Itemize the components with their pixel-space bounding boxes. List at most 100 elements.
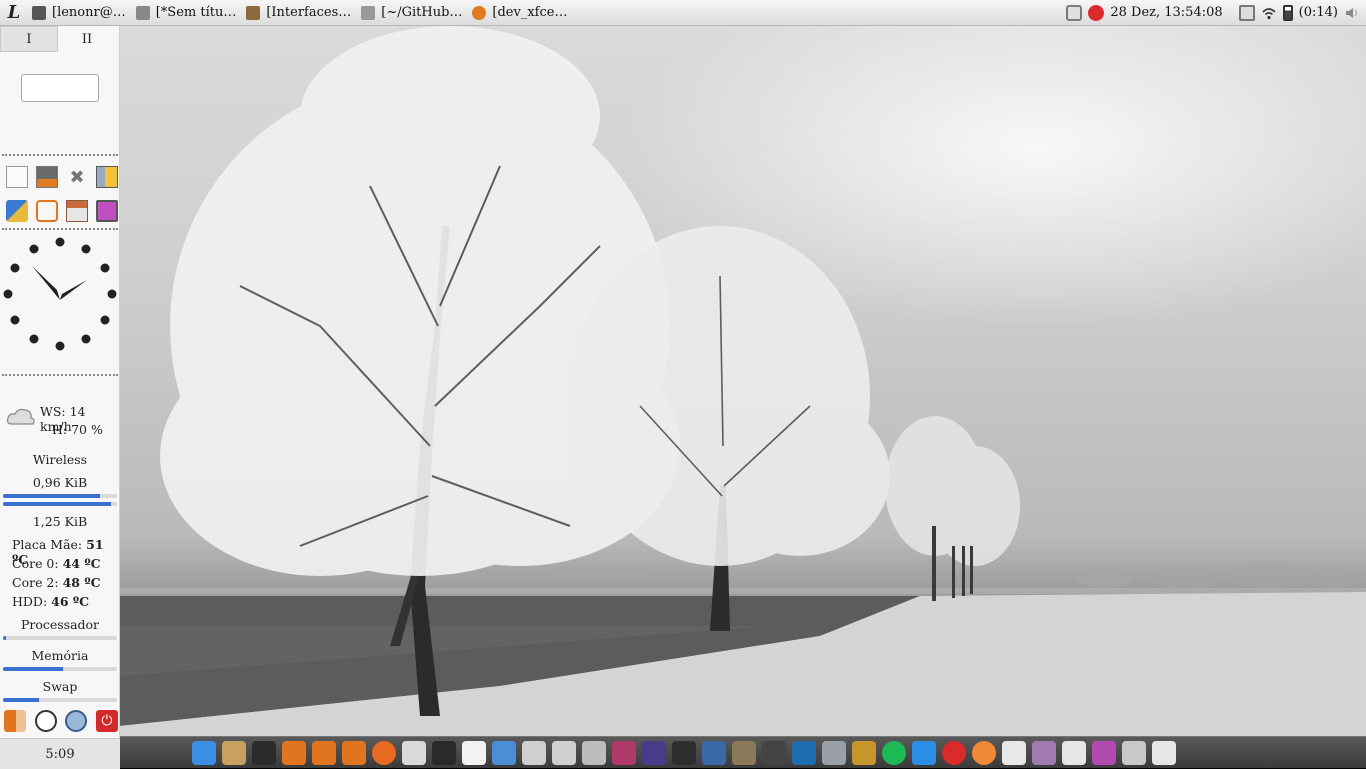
trash-icon[interactable] (1122, 741, 1146, 765)
temp-value: 48 ºC (62, 575, 101, 590)
power-icon[interactable]: ⏻ (95, 710, 118, 732)
app-menu-button[interactable]: L (0, 0, 28, 26)
dock-items (192, 741, 1176, 765)
mega-icon[interactable] (1088, 4, 1105, 21)
network-label: Wireless (32, 452, 88, 467)
menu-logo-glyph: L (7, 2, 21, 23)
temp-label: Core 2: (12, 575, 59, 590)
window-export-icon[interactable] (1062, 741, 1086, 765)
taskbar-window-2[interactable]: [Interfaces… (242, 2, 355, 24)
temp-label: Core 0: (12, 556, 59, 571)
file-manager-icon (246, 5, 261, 20)
frozen-trees-landscape (120, 26, 1366, 736)
melon-icon[interactable] (972, 741, 996, 765)
logout-icon[interactable] (4, 710, 26, 732)
download-bar-fill (3, 494, 100, 498)
workspace-switcher: I II (0, 26, 119, 54)
archive-manager-icon[interactable] (66, 200, 88, 222)
desktop-icon[interactable] (192, 741, 216, 765)
cloud-icon (6, 408, 35, 425)
uptime-display: 5:09 (0, 738, 120, 769)
wifi-icon[interactable] (1261, 5, 1277, 21)
battery-icon[interactable] (1282, 4, 1293, 21)
workspace-grid-icon[interactable] (312, 741, 336, 765)
clock-hour-markers (3, 237, 117, 351)
notes-icon[interactable] (6, 166, 28, 188)
clipboard-icon[interactable] (1238, 4, 1255, 21)
temp-value: 46 ºC (51, 594, 90, 609)
document-icon[interactable] (462, 741, 486, 765)
battery-manager-icon[interactable] (96, 166, 118, 188)
terminal-icon (32, 5, 46, 20)
taskbar-window-label: [*Sem títu… (155, 5, 237, 20)
taskbar-window-3[interactable]: [~/GitHub… (357, 2, 466, 24)
workspace-tab-2[interactable]: II (58, 26, 116, 52)
divider (2, 228, 118, 230)
temp-label: HDD: (12, 594, 48, 609)
volume-icon[interactable] (1344, 5, 1360, 21)
inkscape-icon[interactable] (762, 741, 786, 765)
taskbar: [lenonr@… [*Sem títu… [Interfaces… [~/GitHu… (28, 2, 573, 24)
mega-icon[interactable] (942, 741, 966, 765)
clock-settings-icon[interactable] (34, 710, 57, 732)
workspace-label: II (81, 31, 93, 47)
memory-bar (3, 667, 117, 671)
screenshot-icon[interactable] (36, 166, 58, 188)
window-move-icon[interactable] (1152, 741, 1176, 765)
temp-core0: Core 0: 44 ºC (12, 556, 101, 571)
workspace-name-input[interactable] (21, 74, 99, 102)
swap-bar-fill (3, 698, 40, 702)
memory-label: Memória (31, 648, 89, 663)
system-monitor-icon[interactable] (672, 741, 696, 765)
astronomy-icon[interactable] (642, 741, 666, 765)
humidity: H: 70 % (52, 422, 103, 437)
taskbar-window-label: [dev_xfce… (492, 5, 568, 20)
curve-icon[interactable] (792, 741, 816, 765)
dropbox-sync-icon[interactable] (1066, 4, 1083, 21)
file-manager-icon[interactable] (222, 741, 246, 765)
archive-icon[interactable] (1032, 741, 1056, 765)
media-player-icon[interactable] (612, 741, 636, 765)
camera-icon[interactable] (522, 741, 546, 765)
swap-label: Swap (42, 679, 78, 694)
taskbar-window-0[interactable]: [lenonr@… (28, 2, 130, 24)
tex-icon[interactable] (1002, 741, 1026, 765)
processor-bar (3, 636, 117, 640)
dropbox-icon[interactable] (912, 741, 936, 765)
terminal-icon[interactable] (432, 741, 456, 765)
clock-hour-hand (60, 280, 87, 300)
divider (2, 154, 118, 156)
xampp-icon[interactable] (36, 200, 58, 222)
taskbar-window-1[interactable]: [*Sem títu… (132, 2, 241, 24)
download-bar (3, 494, 117, 498)
taskbar-window-4[interactable]: [dev_xfce… (468, 2, 571, 24)
memory-bar-fill (3, 667, 64, 671)
draw-icon[interactable] (552, 741, 576, 765)
network-settings-icon[interactable] (65, 710, 88, 732)
taskbar-window-label: [~/GitHub… (381, 5, 463, 20)
panel-clock[interactable]: 28 Dez, 13:54:08 (1110, 5, 1222, 20)
gimp-icon[interactable] (732, 741, 756, 765)
firefox-icon[interactable] (372, 741, 396, 765)
text-editor-icon[interactable] (402, 741, 426, 765)
workspace-grid-icon[interactable] (342, 741, 366, 765)
workspace-grid-icon[interactable] (282, 741, 306, 765)
desktop-wallpaper[interactable] (120, 26, 1366, 736)
text-editor-icon (135, 5, 150, 20)
app-grid-icon[interactable] (252, 741, 276, 765)
clock-minute-hand (32, 266, 60, 300)
calculator-icon[interactable] (582, 741, 606, 765)
upload-bar-fill (3, 502, 112, 506)
code-editor-icon[interactable] (702, 741, 726, 765)
cleaner-brush-icon[interactable] (6, 200, 28, 222)
window-manager-icon[interactable] (96, 200, 118, 222)
spotify-icon[interactable] (882, 741, 906, 765)
close-x-icon[interactable]: ✖ (66, 166, 88, 188)
honeycomb-icon[interactable] (852, 741, 876, 765)
workspace-tab-1[interactable]: I (0, 26, 58, 52)
upload-bar (3, 502, 117, 506)
window-manager-icon[interactable] (1092, 741, 1116, 765)
writer-icon[interactable] (492, 741, 516, 765)
disk-usage-icon[interactable] (822, 741, 846, 765)
temp-hdd: HDD: 46 ºC (12, 594, 89, 609)
